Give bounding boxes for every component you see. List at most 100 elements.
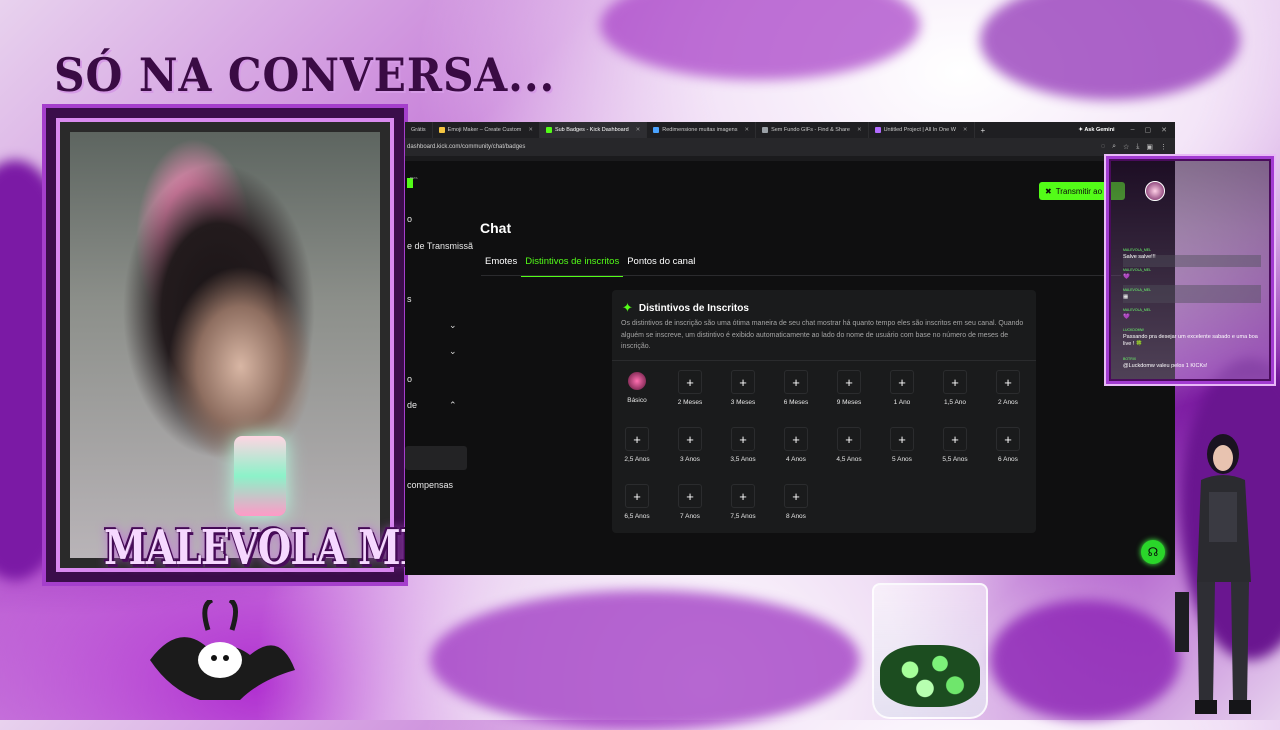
chat-username: BOTRIX <box>1123 357 1137 361</box>
add-badge-button[interactable]: + <box>943 427 967 451</box>
zoom-icon[interactable]: ⌕ <box>1112 143 1116 151</box>
tab-label: Untitled Project | All In One W <box>883 127 956 133</box>
badge-slot[interactable]: +4 Anos <box>771 427 821 463</box>
close-icon[interactable]: ✕ <box>963 127 968 133</box>
add-badge-button[interactable]: + <box>890 370 914 394</box>
browser-tab-active[interactable]: Sub Badges - Kick Dashboard ✕ <box>539 122 648 138</box>
close-icon[interactable]: ✕ <box>636 127 641 133</box>
maximize-icon[interactable]: ▢ <box>1145 126 1152 134</box>
badge-label: 2 Anos <box>998 399 1018 406</box>
close-icon[interactable]: ✕ <box>528 127 533 133</box>
tabs-divider <box>481 275 1121 276</box>
add-badge-button[interactable]: + <box>784 484 808 508</box>
badge-slot[interactable]: +3,5 Anos <box>718 427 768 463</box>
download-icon[interactable]: ⤓ <box>1136 143 1139 151</box>
add-badge-button[interactable]: + <box>678 484 702 508</box>
close-icon[interactable]: ✕ <box>744 127 749 133</box>
browser-tab[interactable]: Redimensione muitas imagens ✕ <box>647 122 757 138</box>
chat-username: MALEVOLA_MEL <box>1123 288 1152 292</box>
badge-label: 1,5 Ano <box>943 399 967 406</box>
badge-slot[interactable]: +3 Meses <box>718 370 768 406</box>
browser-tab[interactable]: Grátis <box>405 122 433 138</box>
kick-favicon-icon <box>545 127 552 133</box>
add-badge-button[interactable]: + <box>837 370 861 394</box>
badge-slot[interactable]: +2,5 Anos <box>612 427 662 463</box>
add-badge-button[interactable]: + <box>784 370 808 394</box>
badge-slot[interactable]: +5,5 Anos <box>930 427 980 463</box>
close-window-icon[interactable]: ✕ <box>1161 126 1167 134</box>
headset-icon[interactable]: ☊ <box>1141 540 1165 564</box>
badge-slot[interactable]: +6 Meses <box>771 370 821 406</box>
eye-off-icon[interactable]: ◌ <box>1101 143 1105 151</box>
badge-slot[interactable]: +2 Anos <box>983 370 1033 406</box>
badge-slot[interactable]: +5 Anos <box>877 427 927 463</box>
add-badge-button[interactable]: + <box>678 427 702 451</box>
badge-slot[interactable]: +3 Anos <box>665 427 715 463</box>
beta-badge: BETA <box>410 176 418 180</box>
star-icon[interactable]: ☆ <box>1123 143 1129 151</box>
badge-label: 6 Meses <box>783 399 809 406</box>
tab-label: Sem Fundo GIFs - Find & Share <box>771 127 850 133</box>
address-bar[interactable]: dashboard.kick.com/community/chat/badges… <box>405 138 1175 156</box>
minimize-icon[interactable]: – <box>1131 126 1135 134</box>
badge-label: 2,5 Anos <box>624 456 650 463</box>
new-tab-button[interactable]: + <box>975 126 992 135</box>
sidebar-item[interactable]: s <box>407 294 412 304</box>
badge-slot[interactable]: +7,5 Anos <box>718 484 768 520</box>
background-swirl <box>430 590 860 730</box>
add-badge-button[interactable]: + <box>784 427 808 451</box>
add-badge-button[interactable]: + <box>731 427 755 451</box>
badge-slot-basic[interactable]: Básico <box>612 370 662 404</box>
chat-text: Passando pra desejar um excelente sabado… <box>1123 334 1258 347</box>
tab-label: Redimensione muitas imagens <box>662 127 738 133</box>
browser-tab[interactable]: Emoji Maker – Create Custom ✕ <box>433 122 540 138</box>
badge-slot[interactable]: +8 Anos <box>771 484 821 520</box>
add-badge-button[interactable]: + <box>731 484 755 508</box>
add-badge-button[interactable]: + <box>943 370 967 394</box>
sidebar-item-selected[interactable] <box>405 446 467 470</box>
sidebar-item[interactable]: o <box>407 374 412 384</box>
sidebar-item[interactable]: compensas <box>407 480 453 490</box>
badge-slot[interactable]: +1 Ano <box>877 370 927 406</box>
url-text[interactable]: dashboard.kick.com/community/chat/badges <box>407 144 525 150</box>
background-swirl <box>600 0 920 80</box>
browser-tab[interactable]: Untitled Project | All In One W ✕ <box>869 122 975 138</box>
badge-label: 5 Anos <box>892 456 912 463</box>
badge-label: 3 Anos <box>680 456 700 463</box>
add-badge-button[interactable]: + <box>996 427 1020 451</box>
sidebar-item[interactable]: e de Transmissã <box>407 241 473 251</box>
chevron-down-icon[interactable]: ⌄ <box>449 320 457 331</box>
ask-gemini-button[interactable]: ✦ Ask Gemini <box>1070 127 1122 133</box>
badge-slot[interactable]: +7 Anos <box>665 484 715 520</box>
badge-slot[interactable]: +4,5 Anos <box>824 427 874 463</box>
extensions-icon[interactable]: ▣ <box>1146 143 1153 151</box>
toolbar-icons: ◌ ⌕ ☆ ⤓ ▣ ⋮ <box>1101 143 1175 151</box>
add-badge-button[interactable]: + <box>996 370 1020 394</box>
badge-slot[interactable]: +9 Meses <box>824 370 874 406</box>
badge-slot[interactable]: +6 Anos <box>983 427 1033 463</box>
browser-tab[interactable]: Sem Fundo GIFs - Find & Share ✕ <box>756 122 869 138</box>
menu-icon[interactable]: ⋮ <box>1160 143 1167 151</box>
tab-label: Sub Badges - Kick Dashboard <box>554 127 629 133</box>
badge-label: 6,5 Anos <box>624 513 650 520</box>
character-illustration <box>1175 434 1251 714</box>
chevron-down-icon[interactable]: ⌄ <box>449 346 457 357</box>
tab-subscriber-badges[interactable]: Distintivos de inscritos <box>521 256 624 277</box>
add-badge-button[interactable]: + <box>890 427 914 451</box>
tab-emotes[interactable]: Emotes <box>481 256 521 277</box>
badge-slot[interactable]: +6,5 Anos <box>612 484 662 520</box>
chevron-up-icon[interactable]: ⌃ <box>449 400 457 411</box>
brand-logo: MALEVOLA MEL <box>104 520 455 576</box>
add-badge-button[interactable]: + <box>731 370 755 394</box>
add-badge-button[interactable]: + <box>625 484 649 508</box>
badge-slot[interactable]: +1,5 Ano <box>930 370 980 406</box>
add-badge-button[interactable]: + <box>678 370 702 394</box>
sidebar-item[interactable]: o <box>407 214 412 224</box>
close-icon[interactable]: ✕ <box>857 127 862 133</box>
badge-label: 1 Ano <box>893 399 911 406</box>
tab-channel-points[interactable]: Pontos do canal <box>623 256 699 277</box>
badge-slot[interactable]: +2 Meses <box>665 370 715 406</box>
add-badge-button[interactable]: + <box>625 427 649 451</box>
sidebar-item[interactable]: de <box>407 400 417 410</box>
add-badge-button[interactable]: + <box>837 427 861 451</box>
